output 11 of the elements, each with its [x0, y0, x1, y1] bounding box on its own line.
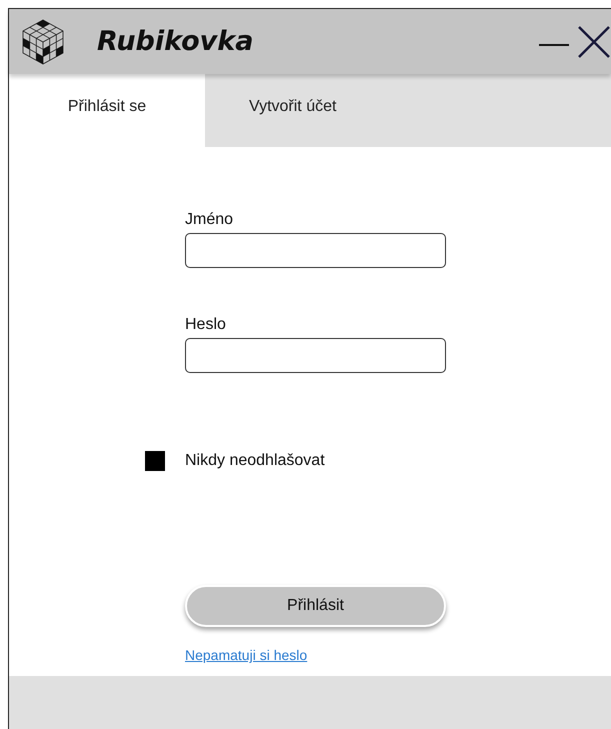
checkbox-label: Nikdy neodhlašovat: [185, 452, 325, 470]
tab[interactable]: Vytvořit účet: [205, 74, 611, 147]
app-title: Rubikovka: [97, 26, 254, 57]
close-icon[interactable]: [577, 24, 611, 58]
field-label: Jméno: [185, 211, 234, 229]
login-button[interactable]: Přihlásit: [185, 585, 446, 627]
forgot-password-link[interactable]: Nepamatuji si heslo: [185, 647, 308, 663]
input-field[interactable]: [185, 233, 446, 268]
field-label: Heslo: [185, 316, 227, 334]
input-field[interactable]: [185, 338, 446, 373]
checkbox[interactable]: [145, 451, 165, 471]
